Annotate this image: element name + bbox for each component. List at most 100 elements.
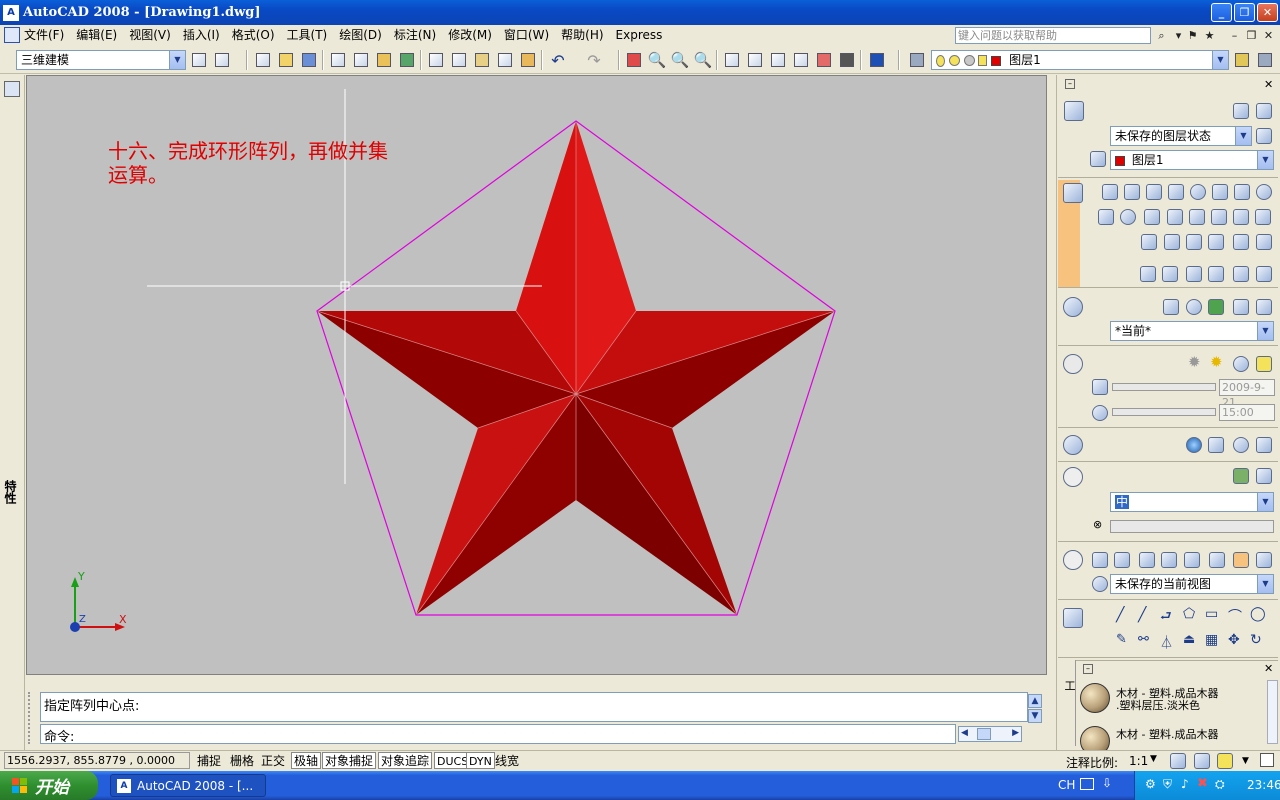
time-slider[interactable] xyxy=(1112,408,1216,416)
material-label-2[interactable]: 木材 - 塑料.成品木器 xyxy=(1116,729,1218,741)
properties-icon[interactable] xyxy=(4,81,20,97)
extrude-icon[interactable] xyxy=(1144,209,1160,225)
lights-panel-icon[interactable] xyxy=(1063,354,1083,374)
tool-palette-tab[interactable]: 工 xyxy=(1061,680,1077,691)
erase-icon[interactable]: ✎ xyxy=(1116,632,1127,647)
tool-palette-strip[interactable]: 工 xyxy=(1058,660,1076,746)
view-manager-icon[interactable] xyxy=(1092,576,1108,592)
materials-palette-icon[interactable] xyxy=(1186,437,1202,453)
2d-draw-panel-icon[interactable] xyxy=(1063,608,1083,628)
sheet-set-icon[interactable] xyxy=(791,50,811,70)
start-button[interactable]: 开始 xyxy=(0,771,98,800)
input-language-indicator[interactable]: CH xyxy=(1058,778,1075,792)
layer-match-icon[interactable] xyxy=(1090,151,1106,167)
doc-minimize-button[interactable]: – xyxy=(1226,27,1243,44)
construction-line-icon[interactable]: ╱ xyxy=(1138,607,1146,623)
auto-scale-icon[interactable] xyxy=(1194,753,1210,769)
light-list-icon[interactable] xyxy=(1233,356,1249,372)
clean-screen-icon[interactable] xyxy=(1260,753,1274,767)
network-icon[interactable]: ⚙ xyxy=(1145,777,1156,791)
publish-icon[interactable] xyxy=(374,50,394,70)
communication-center-icon[interactable]: ⚑ xyxy=(1184,27,1201,44)
union-icon[interactable] xyxy=(1164,234,1180,250)
autocad-app-icon[interactable]: A xyxy=(3,4,19,21)
security-alert-icon[interactable]: ✖ xyxy=(1197,776,1208,791)
command-hscrollbar[interactable]: ◀ ▶ xyxy=(958,726,1022,742)
cone-icon[interactable] xyxy=(1168,184,1184,200)
materials-attach-icon[interactable] xyxy=(1208,437,1224,453)
zoom-window-icon[interactable]: 🔍 xyxy=(670,50,690,70)
perspective-icon[interactable] xyxy=(1233,552,1249,568)
3d-zoom-icon[interactable] xyxy=(1114,552,1130,568)
material-label-1[interactable]: 木材 - 塑料.成品木器 .塑料层压.淡米色 xyxy=(1116,688,1218,712)
copy-icon[interactable] xyxy=(449,50,469,70)
fly-icon[interactable] xyxy=(1184,552,1200,568)
match-properties-icon[interactable] xyxy=(495,50,515,70)
3d-wireframe-icon[interactable] xyxy=(1163,299,1179,315)
navigation-panel-icon[interactable] xyxy=(1063,550,1083,570)
sweep-icon[interactable] xyxy=(1189,209,1205,225)
presspull-icon[interactable] xyxy=(1167,209,1183,225)
snap-toggle[interactable]: 捕捉 xyxy=(194,752,224,769)
command-input[interactable]: 命令: xyxy=(40,724,956,745)
calculator-icon[interactable] xyxy=(837,50,857,70)
layer-state-manager-icon[interactable] xyxy=(1256,128,1272,144)
camera-icon[interactable] xyxy=(1209,552,1225,568)
parallel-icon[interactable] xyxy=(1256,552,1272,568)
line-icon[interactable]: ╱ xyxy=(1116,607,1124,623)
solid-edit-icon[interactable] xyxy=(1162,266,1178,282)
chevron-down-icon[interactable]: ▼ xyxy=(1150,754,1157,764)
palette-scrollbar[interactable] xyxy=(1267,680,1278,744)
intersect-icon[interactable] xyxy=(1208,234,1224,250)
slice-icon[interactable] xyxy=(1255,209,1271,225)
ime-toolbar-icon[interactable]: ⇩ xyxy=(1102,776,1112,790)
taskbar-autocad-item[interactable]: A AutoCAD 2008 - [... xyxy=(110,774,266,797)
scroll-up-icon[interactable]: ▲ xyxy=(1028,694,1042,708)
markup-icon[interactable] xyxy=(814,50,834,70)
polar-toggle[interactable]: 极轴 xyxy=(291,752,322,769)
paste-icon[interactable] xyxy=(472,50,492,70)
sphere-icon[interactable] xyxy=(1190,184,1206,200)
scroll-thumb[interactable] xyxy=(977,728,991,740)
visual-style-manager-icon[interactable] xyxy=(1233,299,1249,315)
3d-make-panel-icon[interactable] xyxy=(1063,183,1083,203)
loft-icon[interactable] xyxy=(1233,209,1249,225)
layer-previous-icon[interactable] xyxy=(1255,50,1275,70)
annotation-visibility-icon[interactable] xyxy=(1170,753,1186,769)
toolbar-lock-icon[interactable] xyxy=(212,50,232,70)
layer-manager-icon[interactable] xyxy=(907,50,927,70)
materials-panel-icon[interactable] xyxy=(1063,435,1083,455)
3d-rotate-icon[interactable] xyxy=(1120,209,1136,225)
palette-close-icon[interactable]: ✕ xyxy=(1264,662,1273,675)
cylinder-solid-icon[interactable] xyxy=(1212,184,1228,200)
material-swatch[interactable] xyxy=(1080,683,1110,713)
document-icon[interactable] xyxy=(4,27,20,43)
panel-close-icon[interactable]: ✕ xyxy=(1264,78,1273,91)
command-window-grip[interactable] xyxy=(28,692,36,744)
tool-palettes-icon[interactable] xyxy=(768,50,788,70)
move-icon[interactable]: ✥ xyxy=(1228,632,1240,648)
favorites-star-icon[interactable]: ★ xyxy=(1201,27,1218,44)
3d-orbit-icon[interactable] xyxy=(1139,552,1155,568)
menu-view[interactable]: 视图(V) xyxy=(123,26,177,45)
print-preview-icon[interactable] xyxy=(351,50,371,70)
menu-format[interactable]: 格式(O) xyxy=(226,26,281,45)
toolbar-lock-status-icon[interactable] xyxy=(1217,753,1233,769)
zoom-previous-icon[interactable]: 🔍 xyxy=(693,50,713,70)
red-star-solid[interactable] xyxy=(316,121,836,616)
clock[interactable]: 23:46 xyxy=(1247,778,1280,792)
chevron-down-icon[interactable]: ▼ xyxy=(1242,756,1249,766)
revolve-icon[interactable] xyxy=(1211,209,1227,225)
visual-styles-panel-icon[interactable] xyxy=(1063,297,1083,317)
box-icon[interactable] xyxy=(1102,184,1118,200)
render-cancel-icon[interactable]: ⊗ xyxy=(1093,518,1102,531)
default-lighting-icon[interactable]: ✹ xyxy=(1188,353,1201,371)
convert-to-surface-icon[interactable] xyxy=(1256,266,1272,282)
separate-icon[interactable] xyxy=(1256,234,1272,250)
menu-edit[interactable]: 编辑(E) xyxy=(70,26,123,45)
material-display-icon[interactable] xyxy=(1256,437,1272,453)
dyn-toggle[interactable]: DYN xyxy=(466,752,495,769)
pan-icon[interactable] xyxy=(624,50,644,70)
time-field[interactable]: 15:00 xyxy=(1219,404,1275,421)
help-icon[interactable] xyxy=(867,50,887,70)
